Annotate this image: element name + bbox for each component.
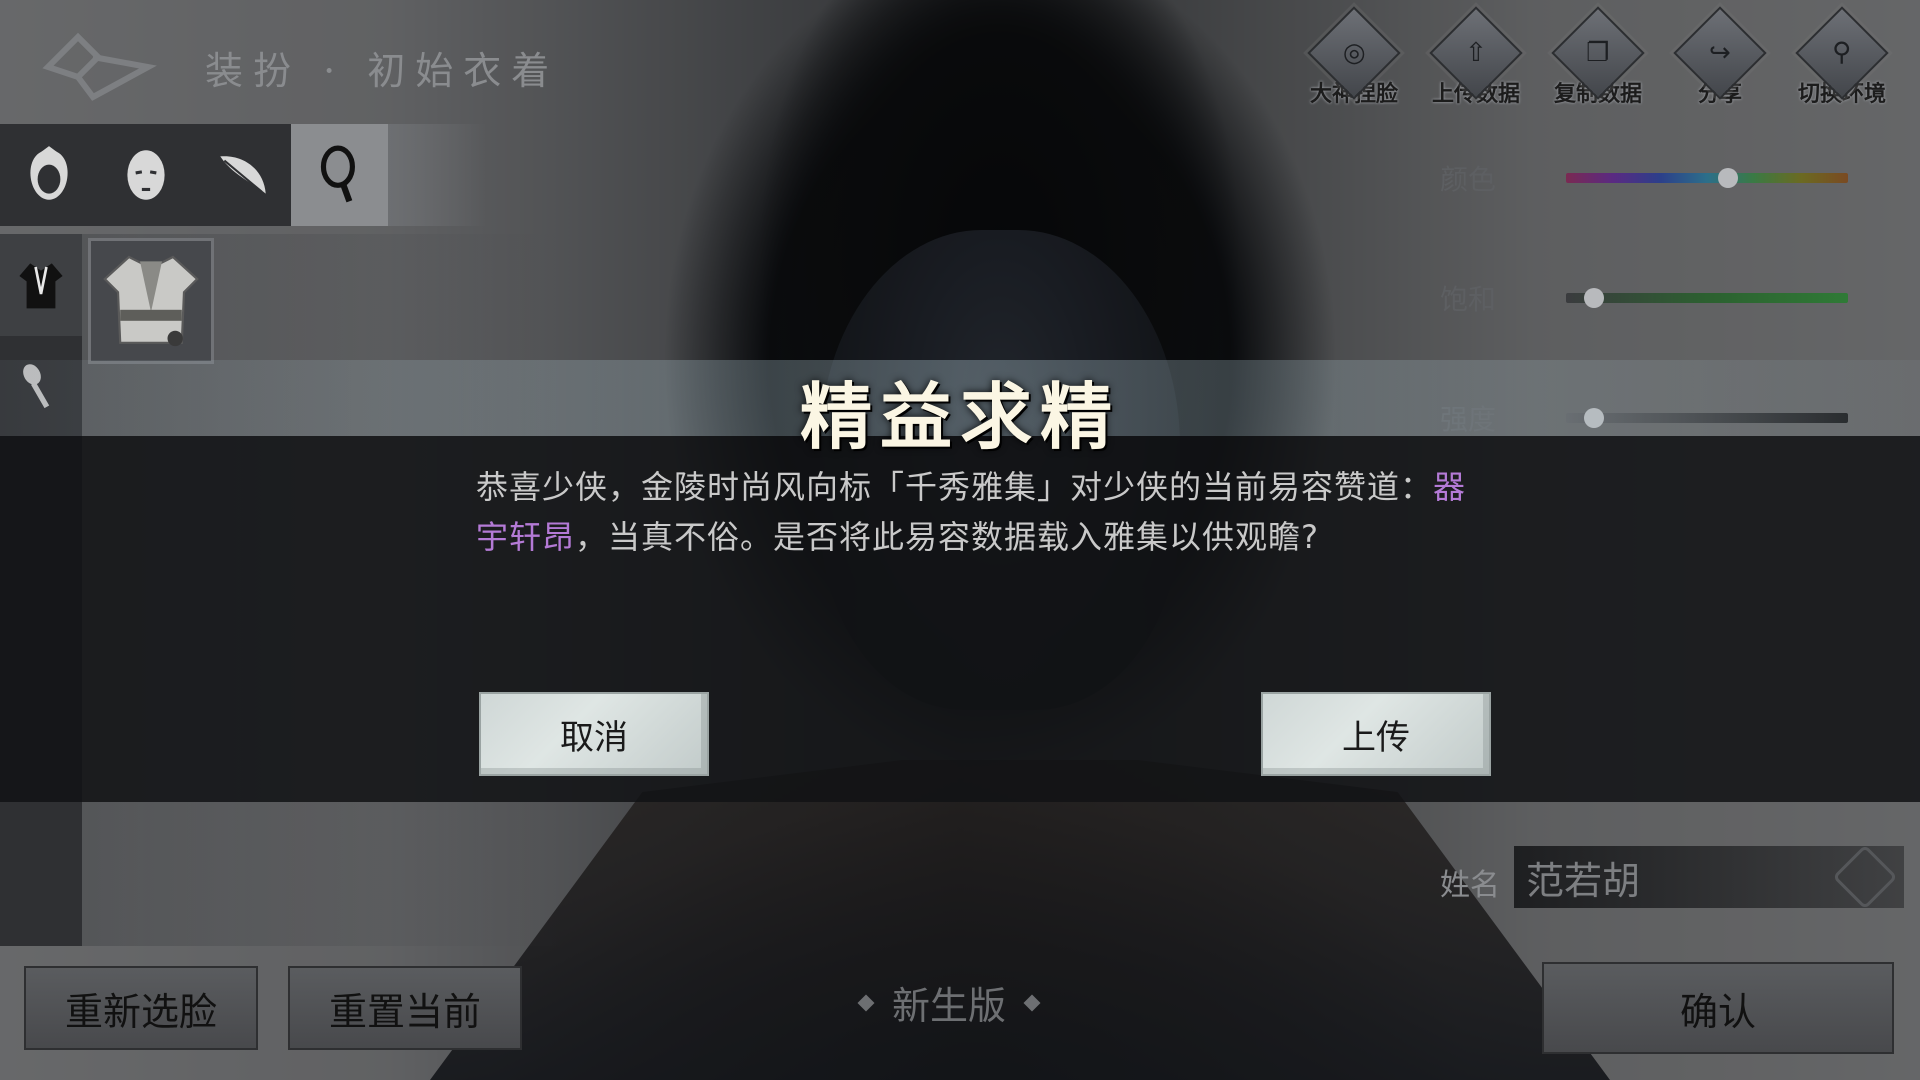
hairstyle-icon [29, 146, 68, 200]
saturation-slider-track[interactable] [1566, 288, 1848, 308]
name-label: 姓名 [1440, 868, 1500, 903]
tab-face[interactable] [97, 124, 195, 226]
saturation-slider-knob[interactable] [1584, 288, 1605, 308]
mirror-icon [320, 145, 355, 203]
search-icon: ⚲ [1832, 37, 1852, 68]
copy-icon: ❐ [1586, 38, 1610, 68]
share-icon: ↪ [1709, 37, 1731, 68]
tab-outfit[interactable] [291, 124, 389, 226]
cancel-button[interactable]: 取消 [479, 692, 709, 776]
outfit-thumbnail-icon [103, 255, 199, 347]
dialog-message: 恭喜少侠，金陵时尚风向标「千秀雅集」对少侠的当前易容赞道：器宇轩昂，当真不俗。是… [476, 468, 1467, 556]
page-title: 装扮 · 初始衣着 [205, 49, 560, 93]
random-name-dice-icon[interactable] [1832, 844, 1898, 910]
share-button[interactable]: ↪ 分享 [1670, 6, 1770, 108]
upload-icon: ⇧ [1465, 37, 1487, 68]
reset-current-button[interactable]: 重置当前 [288, 966, 522, 1050]
category-tabs [0, 124, 487, 226]
confirm-button[interactable]: 确认 [1542, 962, 1894, 1054]
edition-label: 新生版 [857, 975, 1041, 1030]
outfit-item-slot[interactable] [88, 238, 214, 364]
diamond-left-icon [857, 994, 875, 1011]
robe-icon [19, 263, 63, 309]
magnify-face-icon: ◎ [1342, 38, 1366, 68]
copy-data-button[interactable]: ❐ 复制数据 [1548, 6, 1648, 108]
dialog-title: 精益求精 [799, 374, 1120, 459]
switch-environment-button[interactable]: ⚲ 切换环境 [1792, 6, 1892, 108]
color-slider-track[interactable] [1566, 168, 1848, 188]
face-icon [126, 150, 165, 200]
tab-hairstyle[interactable] [0, 124, 98, 226]
tab-spacer [388, 124, 487, 226]
back-logo-icon[interactable] [38, 22, 158, 112]
reselect-face-button[interactable]: 重新选脸 [24, 966, 258, 1050]
upload-button[interactable]: 上传 [1261, 692, 1491, 776]
color-slider[interactable]: 颜色 [1440, 158, 1860, 198]
feather-icon [219, 156, 266, 194]
name-input[interactable]: 范若胡 [1514, 844, 1904, 910]
master-face-button[interactable]: ◎ 大神捏脸 [1304, 6, 1404, 108]
name-value: 范若胡 [1526, 858, 1641, 903]
top-toolbar: ◎ 大神捏脸 ⇧ 上传数据 ❐ 复制数据 ↪ 分享 ⚲ 切换环境 [1304, 6, 1892, 108]
tab-accessory[interactable] [194, 124, 292, 226]
color-slider-knob[interactable] [1717, 168, 1738, 188]
saturation-slider[interactable]: 饱和 [1440, 278, 1860, 318]
upload-data-button[interactable]: ⇧ 上传数据 [1426, 6, 1526, 108]
diamond-right-icon [1023, 994, 1041, 1011]
subtab-robe[interactable] [0, 234, 82, 336]
